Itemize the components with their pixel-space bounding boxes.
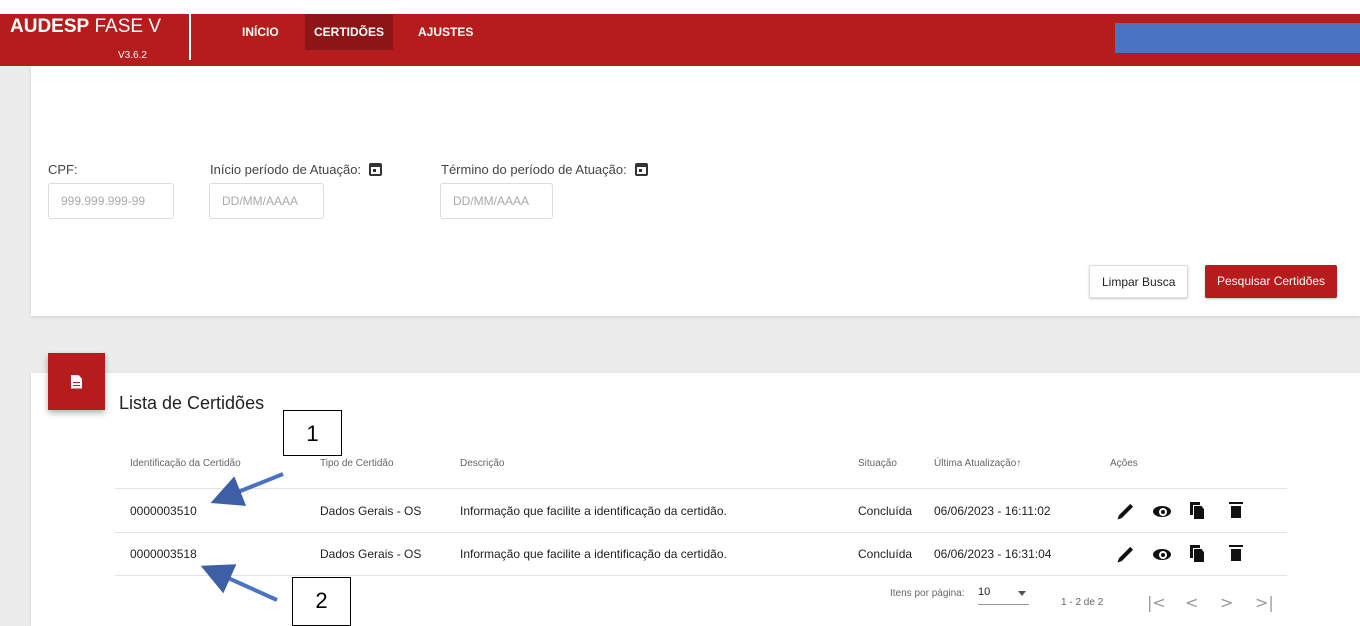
annotation-arrows: [200, 472, 284, 602]
annotation-arrow-2: [200, 564, 278, 602]
annotation-arrow-1: [210, 472, 284, 506]
